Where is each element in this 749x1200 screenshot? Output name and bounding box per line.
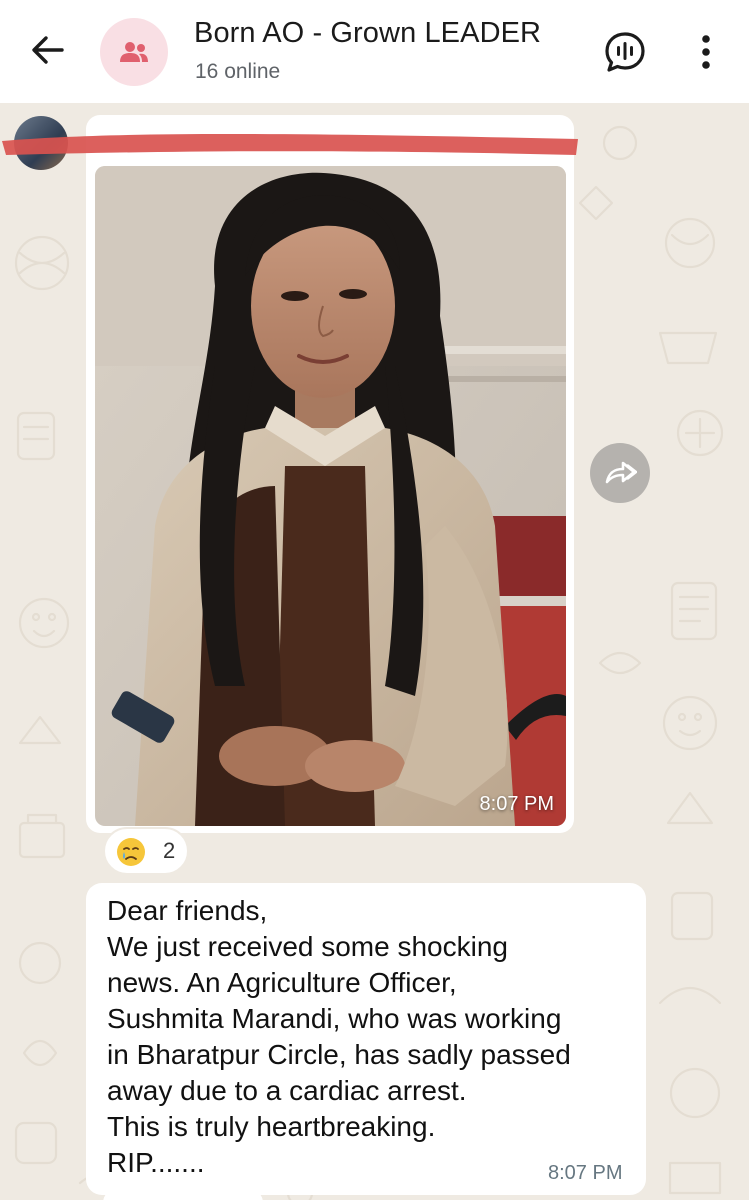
forward-icon [605,461,637,484]
reaction-chip[interactable]: 2 [103,827,189,875]
online-count: 16 online [195,60,281,83]
message-line: Dear friends, [107,895,268,926]
more-vert-icon [702,35,710,69]
message-line: We just received some shocking [107,931,508,962]
image-timestamp: 8:07 PM [479,793,554,815]
more-options-button[interactable] [684,27,728,77]
chat-area[interactable]: 8:07 PM 2 Dear friends, We just received… [0,103,749,1200]
message-timestamp: 8:07 PM [548,1162,623,1184]
back-button[interactable] [22,27,74,73]
photo-image [95,166,566,826]
image-message[interactable]: 8:07 PM [86,115,574,833]
message-line: news. An Agriculture Officer, [107,967,457,998]
voice-chat-icon [605,32,645,72]
chat-title[interactable]: Born AO - Grown LEADER [194,17,541,50]
next-reaction-chip[interactable] [103,1188,263,1200]
forward-button[interactable] [590,443,650,503]
message-line: This is truly heartbreaking. [107,1111,436,1142]
sender-avatar[interactable] [14,116,68,170]
group-avatar[interactable] [100,18,168,86]
message-line: in Bharatpur Circle, has sadly passed [107,1039,571,1070]
voice-chat-button[interactable] [600,27,650,77]
crying-face-icon [117,838,145,866]
message-line: away due to a cardiac arrest. [107,1075,467,1106]
message-line: Sushmita Marandi, who was working [107,1003,562,1034]
reaction-count: 2 [163,838,176,863]
message-line: RIP....... [107,1147,205,1178]
message-photo[interactable]: 8:07 PM [95,166,566,826]
chat-header: Born AO - Grown LEADER 16 online [0,0,749,103]
arrow-left-icon [32,36,64,64]
text-message[interactable]: Dear friends, We just received some shoc… [86,883,646,1195]
group-icon [120,42,148,62]
